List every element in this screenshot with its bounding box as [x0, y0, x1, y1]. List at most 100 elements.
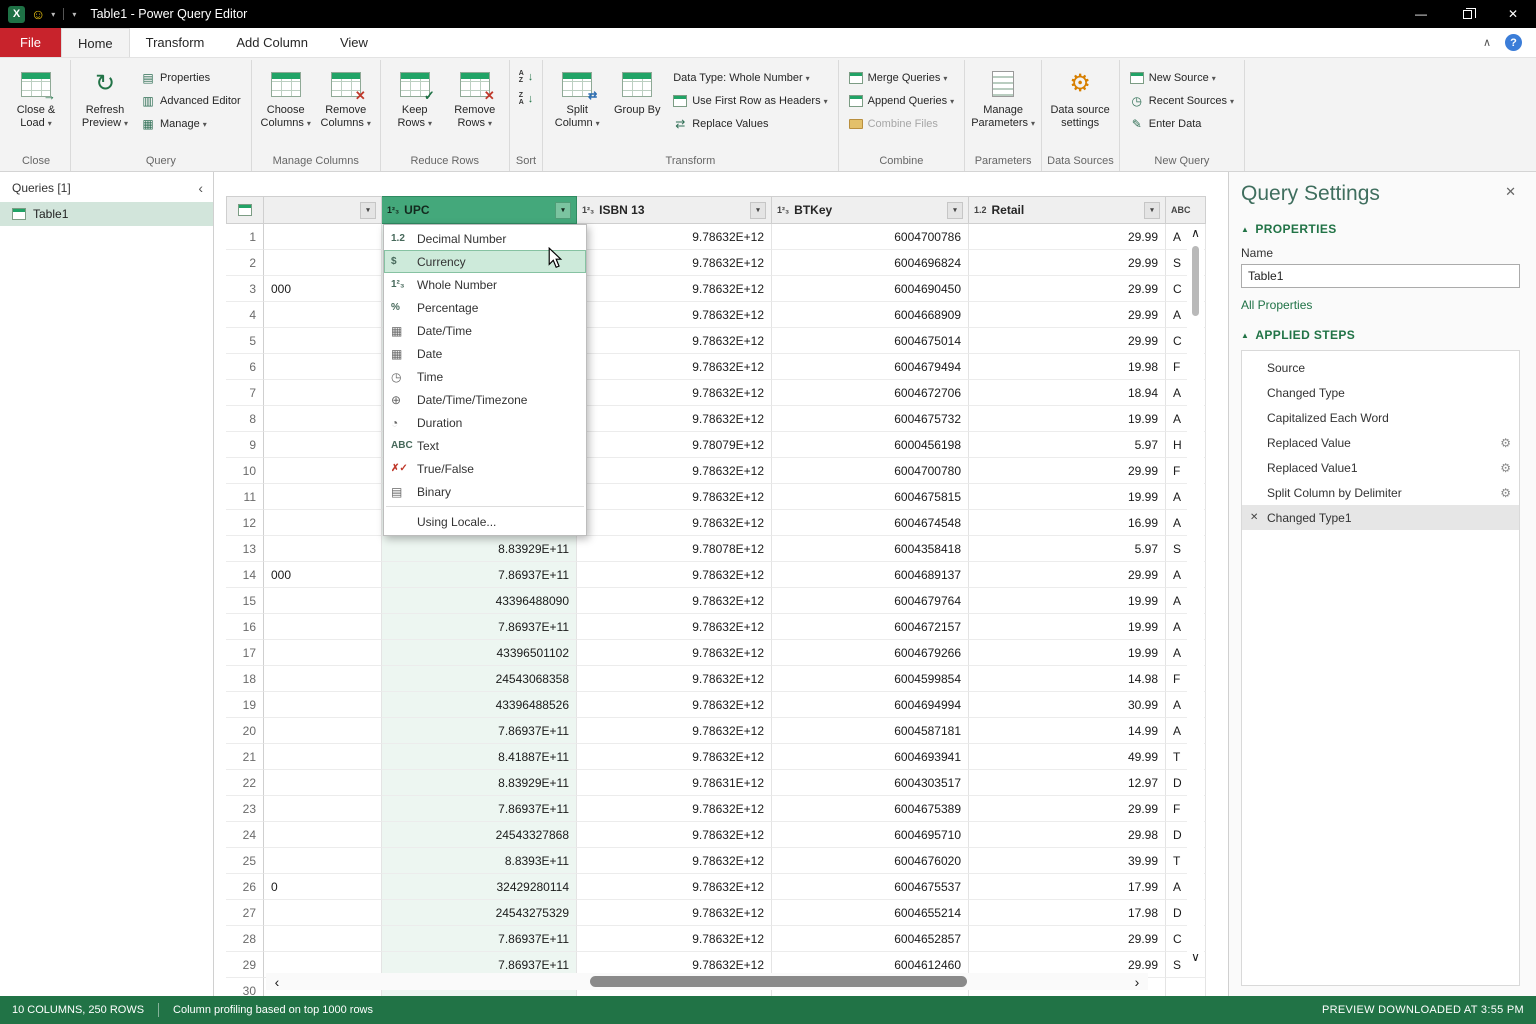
cell-btkey[interactable]: 6000456198 [772, 432, 969, 458]
cell-retail[interactable]: 29.99 [969, 328, 1166, 354]
all-properties-link[interactable]: All Properties [1241, 298, 1520, 312]
cell-upc[interactable]: 7.86937E+11 [382, 718, 577, 744]
data-type-menu-item[interactable]: ⊕ Date/Time/Timezone [384, 388, 586, 411]
cell-isbn13[interactable]: 9.78079E+12 [577, 432, 772, 458]
cell-retail[interactable]: 19.99 [969, 640, 1166, 666]
ribbon-tab[interactable]: View [324, 28, 384, 57]
cell-col-a[interactable] [264, 458, 382, 484]
cell-isbn13[interactable]: 9.78632E+12 [577, 562, 772, 588]
data-type-menu-item[interactable]: ◷ Time [384, 365, 586, 388]
keep-rows-button[interactable]: ✓ Keep Rows [386, 62, 444, 140]
cell-btkey[interactable]: 6004693941 [772, 744, 969, 770]
cell-col-a[interactable]: 000 [264, 562, 382, 588]
cell-isbn13[interactable]: 9.78631E+12 [577, 770, 772, 796]
cell-isbn13[interactable]: 9.78078E+12 [577, 536, 772, 562]
cell-isbn13[interactable]: 9.78632E+12 [577, 640, 772, 666]
cell-upc[interactable]: 8.83929E+11 [382, 770, 577, 796]
column-header[interactable]: 1²₃ ISBN 13 [577, 196, 772, 224]
cell-btkey[interactable]: 6004652857 [772, 926, 969, 952]
help-icon[interactable]: ? [1505, 34, 1522, 51]
cell-col-a[interactable] [264, 380, 382, 406]
filter-dropdown-icon[interactable] [360, 202, 376, 219]
ribbon-tab[interactable]: Add Column [220, 28, 324, 57]
cell-col-a[interactable] [264, 770, 382, 796]
data-type-menu-item[interactable]: ◔ Duration [384, 411, 586, 434]
applied-step[interactable]: Replaced Value ⚙ [1242, 430, 1519, 455]
choose-columns-button[interactable]: Choose Columns [257, 62, 315, 140]
row-number[interactable]: 9 [226, 432, 264, 458]
cell-retail[interactable]: 29.99 [969, 926, 1166, 952]
cell-retail[interactable]: 19.99 [969, 614, 1166, 640]
cell-next-column[interactable] [1166, 978, 1206, 996]
cell-isbn13[interactable]: 9.78632E+12 [577, 926, 772, 952]
ribbon-tab[interactable]: Home [61, 28, 130, 57]
data-source-settings-button[interactable]: ⚙ Data source settings [1047, 62, 1113, 140]
remove-rows-button[interactable]: ✕ Remove Rows [446, 62, 504, 140]
cell-col-a[interactable]: 000 [264, 276, 382, 302]
row-number[interactable]: 18 [226, 666, 264, 692]
step-settings-gear-icon[interactable]: ⚙ [1500, 436, 1511, 450]
cell-btkey[interactable]: 6004587181 [772, 718, 969, 744]
sort-ascending-button[interactable]: AZ ↓ [515, 66, 538, 88]
cell-col-a[interactable] [264, 744, 382, 770]
cell-upc[interactable]: 32429280114 [382, 874, 577, 900]
cell-btkey[interactable]: 6004695710 [772, 822, 969, 848]
scroll-right-icon[interactable]: › [1126, 974, 1148, 990]
row-number[interactable]: 15 [226, 588, 264, 614]
cell-retail[interactable]: 19.99 [969, 484, 1166, 510]
data-type-menu-item[interactable]: % Percentage [384, 296, 586, 319]
column-header[interactable]: 1.2 Retail [969, 196, 1166, 224]
cell-isbn13[interactable]: 9.78632E+12 [577, 614, 772, 640]
cell-upc[interactable]: 7.86937E+11 [382, 796, 577, 822]
cell-retail[interactable]: 18.94 [969, 380, 1166, 406]
delete-step-icon[interactable]: ✕ [1250, 512, 1267, 523]
scroll-up-icon[interactable]: ∧ [1191, 224, 1200, 242]
cell-col-a[interactable] [264, 614, 382, 640]
scroll-down-icon[interactable]: ∨ [1191, 948, 1200, 966]
cell-isbn13[interactable]: 9.78632E+12 [577, 848, 772, 874]
cell-retail[interactable]: 14.98 [969, 666, 1166, 692]
cell-retail[interactable]: 29.99 [969, 458, 1166, 484]
step-settings-gear-icon[interactable]: ⚙ [1500, 486, 1511, 500]
row-number[interactable]: 27 [226, 900, 264, 926]
group-by-button[interactable]: Group By [608, 62, 666, 140]
cell-retail[interactable]: 14.99 [969, 718, 1166, 744]
cell-col-a[interactable] [264, 822, 382, 848]
row-number[interactable]: 17 [226, 640, 264, 666]
cell-col-a[interactable] [264, 406, 382, 432]
cell-isbn13[interactable]: 9.78632E+12 [577, 588, 772, 614]
horizontal-scrollbar[interactable]: ‹ › [266, 973, 1148, 990]
row-number[interactable]: 30 [226, 978, 264, 996]
vertical-scrollbar[interactable]: ∧ ∨ [1187, 224, 1204, 966]
filter-dropdown-icon[interactable] [947, 202, 963, 219]
cell-upc[interactable]: 43396488526 [382, 692, 577, 718]
cell-btkey[interactable]: 6004358418 [772, 536, 969, 562]
replace-values-button[interactable]: ⇄ Replace Values [668, 112, 832, 135]
cell-upc[interactable]: 7.86937E+11 [382, 926, 577, 952]
enter-data-button[interactable]: ✎ Enter Data [1125, 112, 1239, 135]
applied-step[interactable]: Replaced Value1 ⚙ [1242, 455, 1519, 480]
data-type-menu-item[interactable]: ✗✓ True/False [384, 457, 586, 480]
row-number[interactable]: 7 [226, 380, 264, 406]
collapse-ribbon-icon[interactable]: ∧ [1483, 36, 1491, 49]
row-number[interactable]: 1 [226, 224, 264, 250]
column-type-icon[interactable]: 1²₃ [582, 205, 594, 215]
row-number[interactable]: 19 [226, 692, 264, 718]
data-type-menu-item[interactable]: ABC Text [384, 434, 586, 457]
properties-section-header[interactable]: ▲ PROPERTIES [1241, 222, 1520, 236]
cell-col-a[interactable] [264, 536, 382, 562]
cell-btkey[interactable]: 6004672706 [772, 380, 969, 406]
restore-button[interactable] [1444, 0, 1490, 28]
row-number[interactable]: 5 [226, 328, 264, 354]
cell-upc[interactable]: 8.8393E+11 [382, 848, 577, 874]
horizontal-scroll-thumb[interactable] [590, 976, 967, 987]
cell-isbn13[interactable]: 9.78632E+12 [577, 900, 772, 926]
cell-retail[interactable]: 30.99 [969, 692, 1166, 718]
row-number[interactable]: 25 [226, 848, 264, 874]
cell-btkey[interactable]: 6004676020 [772, 848, 969, 874]
row-number[interactable]: 22 [226, 770, 264, 796]
cell-retail[interactable]: 29.99 [969, 796, 1166, 822]
cell-btkey[interactable]: 6004668909 [772, 302, 969, 328]
close-settings-icon[interactable]: ✕ [1501, 182, 1520, 202]
cell-retail[interactable]: 29.99 [969, 302, 1166, 328]
